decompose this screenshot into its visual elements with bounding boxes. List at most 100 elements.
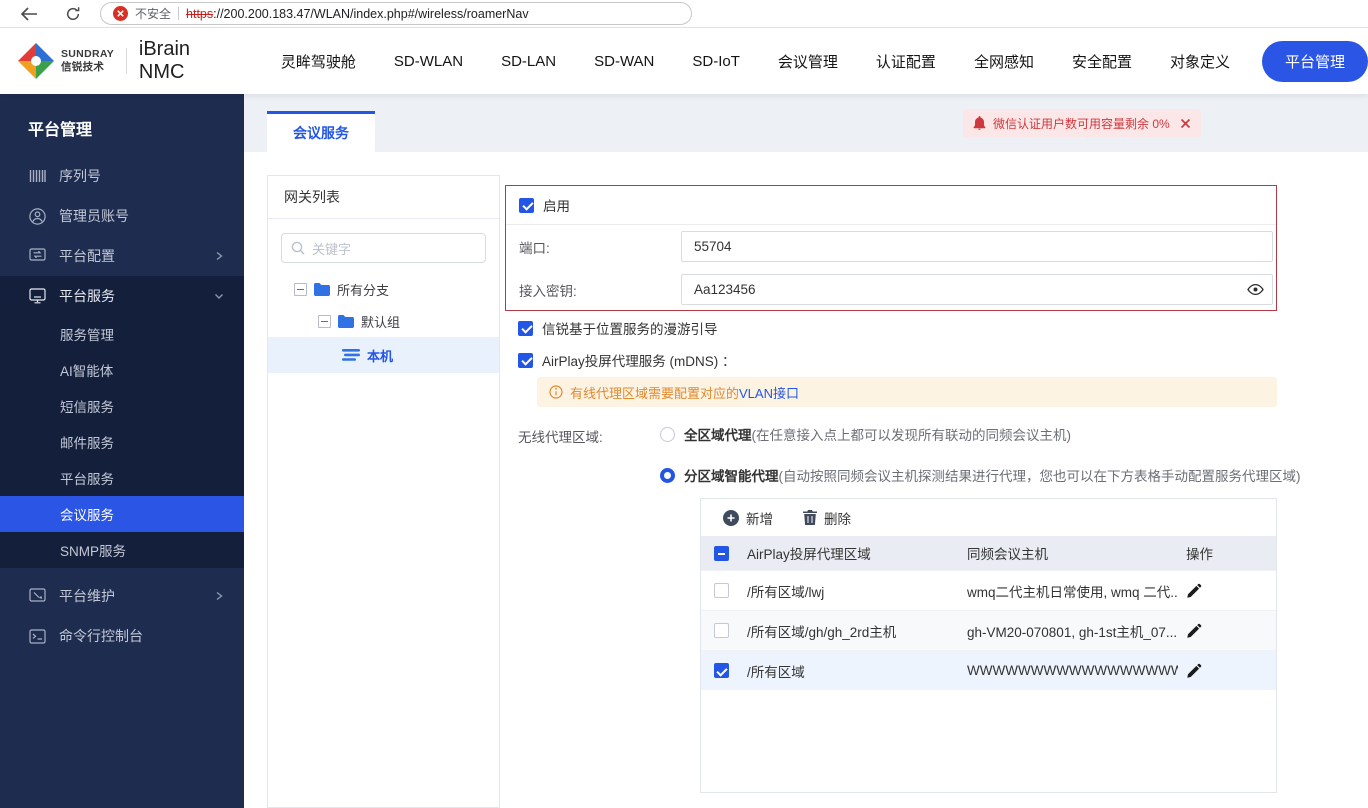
- trash-icon: [803, 510, 817, 525]
- barcode-icon: [28, 169, 46, 183]
- table-row-selected: /所有区域 WWWWWWWWWWWWWWWWW: [701, 650, 1276, 690]
- vlan-interface-link[interactable]: VLAN接口: [739, 386, 799, 401]
- table-header-row: AirPlay投屏代理区域 同频会议主机 操作: [701, 536, 1276, 570]
- table-toolbar: 新增 删除: [701, 499, 1276, 536]
- brand-separator: [126, 48, 127, 74]
- roaming-checkbox[interactable]: [518, 320, 533, 336]
- url-bar[interactable]: 不安全 https://200.200.183.47/WLAN/index.ph…: [100, 2, 692, 25]
- nav-item-security[interactable]: 安全配置: [1072, 51, 1132, 72]
- tab-meeting-service[interactable]: 会议服务: [267, 111, 375, 152]
- sidebar: 平台管理 序列号 管理员账号 平台配置 平台服务 服务管理 AI智能体 短信服务…: [0, 94, 244, 808]
- enable-checkbox[interactable]: [519, 197, 534, 213]
- platform-config-icon: [28, 248, 46, 264]
- folder-icon: [338, 314, 354, 328]
- sidebar-title: 平台管理: [28, 122, 93, 139]
- browser-refresh-icon[interactable]: [60, 1, 86, 27]
- sundray-logo-icon: [18, 43, 54, 79]
- select-all-checkbox-indeterminate[interactable]: [713, 545, 729, 561]
- nav-item-sense[interactable]: 全网感知: [974, 51, 1034, 72]
- nav-item-objects[interactable]: 对象定义: [1170, 51, 1230, 72]
- column-header-action: 操作: [1186, 547, 1213, 562]
- cell-host: WWWWWWWWWWWWWWWWW: [967, 663, 1178, 678]
- warning-text-plain: 有线代理区域需要配置对应的: [570, 385, 740, 401]
- sidebar-item-serial[interactable]: 序列号: [0, 156, 244, 196]
- close-icon[interactable]: [1180, 118, 1191, 129]
- nav-item-sd-lan[interactable]: SD-LAN: [501, 53, 556, 70]
- plus-circle-icon: [723, 509, 739, 526]
- radio-full-area-row: 全区域代理(在任意接入点上都可以发现所有联动的同频会议主机): [660, 424, 1071, 444]
- smart-area-radio-selected[interactable]: [660, 467, 675, 483]
- access-key-label: 接入密钥:: [519, 283, 577, 299]
- browser-back-icon[interactable]: [16, 1, 42, 27]
- collapse-expander-icon[interactable]: [294, 282, 307, 296]
- delete-button[interactable]: 删除: [803, 508, 851, 528]
- cell-region: /所有区域/lwj: [747, 584, 825, 600]
- sidebar-subitem-sms[interactable]: 短信服务: [0, 388, 244, 424]
- nav-item-platform-active[interactable]: 平台管理: [1261, 40, 1368, 82]
- delete-button-label: 删除: [824, 511, 851, 527]
- nav-item-meeting[interactable]: 会议管理: [778, 51, 838, 72]
- table-row: /所有区域/lwj wmq二代主机日常使用, wmq 二代...: [701, 570, 1276, 610]
- sidebar-subitem-meeting-active[interactable]: 会议服务: [0, 496, 244, 532]
- url-rest: ://200.200.183.47/WLAN/index.php#/wirele…: [213, 6, 529, 21]
- warning-text: 有线代理区域需要配置对应的VLAN接口: [570, 383, 799, 402]
- port-input[interactable]: [681, 231, 1273, 262]
- nav-item-sd-wan[interactable]: SD-WAN: [594, 53, 654, 70]
- nav-item-sd-wlan[interactable]: SD-WLAN: [394, 53, 463, 70]
- device-icon: [342, 349, 360, 361]
- airplay-proxy-table: 新增 删除 AirPlay投屏代理区域 同频会议主机 操作 /所有区域/lwj …: [700, 498, 1277, 793]
- sidebar-item-admin[interactable]: 管理员账号: [0, 196, 244, 236]
- roaming-label: 信锐基于位置服务的漫游引导: [542, 322, 718, 337]
- tree-node-label: 所有分支: [337, 282, 390, 298]
- terminal-icon: [28, 628, 46, 644]
- add-button[interactable]: 新增: [723, 508, 773, 528]
- port-row: 端口:: [506, 225, 1276, 268]
- browser-bar: 不安全 https://200.200.183.47/WLAN/index.ph…: [0, 0, 1368, 28]
- radio-desc: (自动按照同频会议主机探测结果进行代理，您也可以在下方表格手动配置服务代理区域): [778, 469, 1301, 484]
- row-checkbox-checked[interactable]: [713, 663, 729, 678]
- tree-node-all-branches[interactable]: 所有分支: [268, 273, 499, 305]
- airplay-checkbox[interactable]: [518, 352, 533, 368]
- gateway-list-title: 网关列表: [268, 176, 499, 219]
- sidebar-subitem-ai-agent[interactable]: AI智能体: [0, 352, 244, 388]
- tree-node-local-selected[interactable]: 本机: [268, 337, 499, 373]
- nav-item-sd-iot[interactable]: SD-IoT: [692, 53, 740, 70]
- eye-icon[interactable]: [1247, 283, 1264, 296]
- capacity-alert-banner: 微信认证用户数可用容量剩余 0%: [963, 109, 1201, 137]
- info-icon: [549, 385, 563, 399]
- gateway-search-input[interactable]: 关键字: [281, 233, 486, 263]
- sidebar-item-platform-services[interactable]: 平台服务: [0, 276, 244, 316]
- collapse-expander-icon[interactable]: [318, 314, 331, 328]
- sidebar-item-label: 平台服务: [59, 288, 115, 304]
- brand-name-en: SUNDRAY: [61, 47, 115, 60]
- sidebar-item-label: 平台配置: [59, 248, 115, 264]
- edit-pencil-icon[interactable]: [1186, 663, 1202, 679]
- security-label: 不安全: [135, 7, 172, 21]
- sidebar-subitem-service-mgmt[interactable]: 服务管理: [0, 316, 244, 352]
- brand: SUNDRAY 信锐技术 iBrain NMC: [18, 38, 223, 84]
- tree-node-default-group[interactable]: 默认组: [268, 305, 499, 337]
- brand-name-cn: 信锐技术: [61, 61, 105, 73]
- folder-icon: [314, 282, 330, 296]
- nav-item-auth[interactable]: 认证配置: [876, 51, 936, 72]
- not-secure-icon: [113, 6, 128, 21]
- cell-host: wmq二代主机日常使用, wmq 二代...: [967, 584, 1178, 600]
- row-checkbox[interactable]: [713, 583, 729, 598]
- nav-item-cockpit[interactable]: 灵眸驾驶舱: [281, 51, 356, 72]
- full-area-radio[interactable]: [660, 426, 675, 442]
- sidebar-item-cli-console[interactable]: 命令行控制台: [0, 616, 244, 656]
- port-label: 端口:: [519, 240, 550, 256]
- sidebar-subitem-platform[interactable]: 平台服务: [0, 460, 244, 496]
- sidebar-subitem-snmp[interactable]: SNMP服务: [0, 532, 244, 568]
- sidebar-subitem-mail[interactable]: 邮件服务: [0, 424, 244, 460]
- vlan-warning-banner: 有线代理区域需要配置对应的VLAN接口: [537, 377, 1277, 407]
- access-key-input[interactable]: [681, 274, 1273, 305]
- alert-text: 微信认证用户数可用容量剩余 0%: [993, 116, 1170, 131]
- sidebar-item-label: 平台维护: [59, 588, 115, 604]
- row-checkbox[interactable]: [713, 623, 729, 638]
- radio-label: 全区域代理: [684, 428, 752, 443]
- sidebar-item-platform-config[interactable]: 平台配置: [0, 236, 244, 276]
- edit-pencil-icon[interactable]: [1186, 583, 1202, 599]
- sidebar-item-platform-maintain[interactable]: 平台维护: [0, 576, 244, 616]
- edit-pencil-icon[interactable]: [1186, 623, 1202, 639]
